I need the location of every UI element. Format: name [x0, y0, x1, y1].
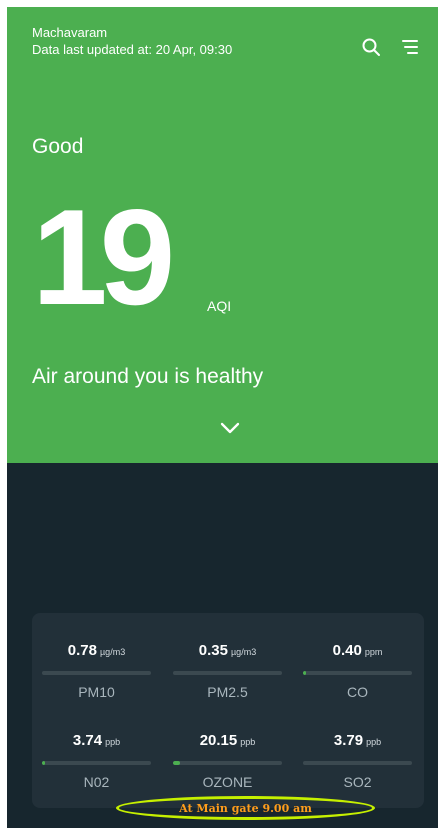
pollutant-reading: 20.15 ppb	[173, 732, 282, 750]
aqi-status: Good	[32, 135, 84, 158]
pollutant-value: 3.79	[333, 732, 364, 749]
pollutant-level-bar	[173, 671, 282, 675]
pollutant-level-fill	[42, 761, 45, 765]
pollutant-level-bar	[42, 761, 151, 765]
aqi-hero-panel: Machavaram Data last updated at: 20 Apr,…	[7, 7, 438, 463]
chevron-down-icon	[220, 422, 240, 434]
pollutant-label: SO2	[343, 774, 372, 790]
pollutant-label: CO	[347, 684, 368, 700]
aqi-value: 19	[32, 181, 175, 333]
search-button[interactable]	[359, 35, 383, 59]
pollutant-label: OZONE	[202, 774, 253, 790]
pollutant-level-bar	[173, 761, 282, 765]
pollutant-pm25: 0.35 µg/m3 PM2.5	[173, 624, 282, 700]
pollutant-reading: 3.79 ppb	[303, 732, 412, 750]
pollutant-label: PM2.5	[207, 684, 248, 700]
last-updated-text: Data last updated at: 20 Apr, 09:30	[32, 42, 233, 57]
expand-button[interactable]	[218, 418, 242, 438]
location-time-annotation: At Main gate 9.00 am	[116, 796, 375, 820]
search-icon	[362, 38, 380, 56]
pollutant-reading: 3.74 ppb	[42, 732, 151, 750]
aqi-unit: AQI	[207, 298, 232, 314]
air-quality-screen: Machavaram Data last updated at: 20 Apr,…	[0, 0, 443, 828]
pollutant-co: 0.40 ppm CO	[303, 624, 412, 700]
pollutant-value: 0.35	[198, 642, 228, 659]
pollutant-so2: 3.79 ppb SO2	[303, 714, 412, 790]
pollutant-value: 0.40	[332, 642, 362, 659]
pollutant-label: PM10	[78, 684, 115, 700]
pollutant-label: N02	[83, 774, 110, 790]
pollutant-value: 0.78	[67, 642, 97, 659]
pollutant-pm10: 0.78 µg/m3 PM10	[42, 624, 151, 700]
pollutant-unit: ppm	[364, 647, 383, 657]
annotation-text: At Main gate 9.00 am	[179, 801, 312, 815]
pollutant-level-fill	[303, 671, 306, 675]
pollutant-unit: µg/m3	[100, 647, 126, 657]
pollutant-no2: 3.74 ppb N02	[42, 714, 151, 790]
pollutant-reading: 0.35 µg/m3	[173, 642, 282, 660]
pollutant-reading: 0.78 µg/m3	[42, 642, 151, 660]
pollutant-level-fill	[173, 761, 180, 765]
pollutant-unit: ppb	[105, 737, 121, 747]
pollutant-level-bar	[303, 671, 412, 675]
pollutant-unit: µg/m3	[231, 647, 257, 657]
location-name: Machavaram	[32, 25, 108, 40]
filter-icon	[402, 40, 418, 54]
pollutant-unit: ppb	[366, 737, 382, 747]
pollutant-ozone: 20.15 ppb OZONE	[173, 714, 282, 790]
pollutant-unit: ppb	[240, 737, 256, 747]
air-quality-message: Air around you is healthy	[32, 365, 264, 388]
pollutant-level-bar	[42, 671, 151, 675]
pollutant-value: 3.74	[72, 732, 103, 749]
filter-button[interactable]	[398, 35, 422, 59]
pollutant-value: 20.15	[199, 732, 238, 749]
pollutant-card: 0.78 µg/m3 PM10 0.35 µg/m3 PM2.5 0.40 pp…	[32, 613, 424, 808]
pollutant-reading: 0.40 ppm	[303, 642, 412, 660]
pollutant-level-bar	[303, 761, 412, 765]
